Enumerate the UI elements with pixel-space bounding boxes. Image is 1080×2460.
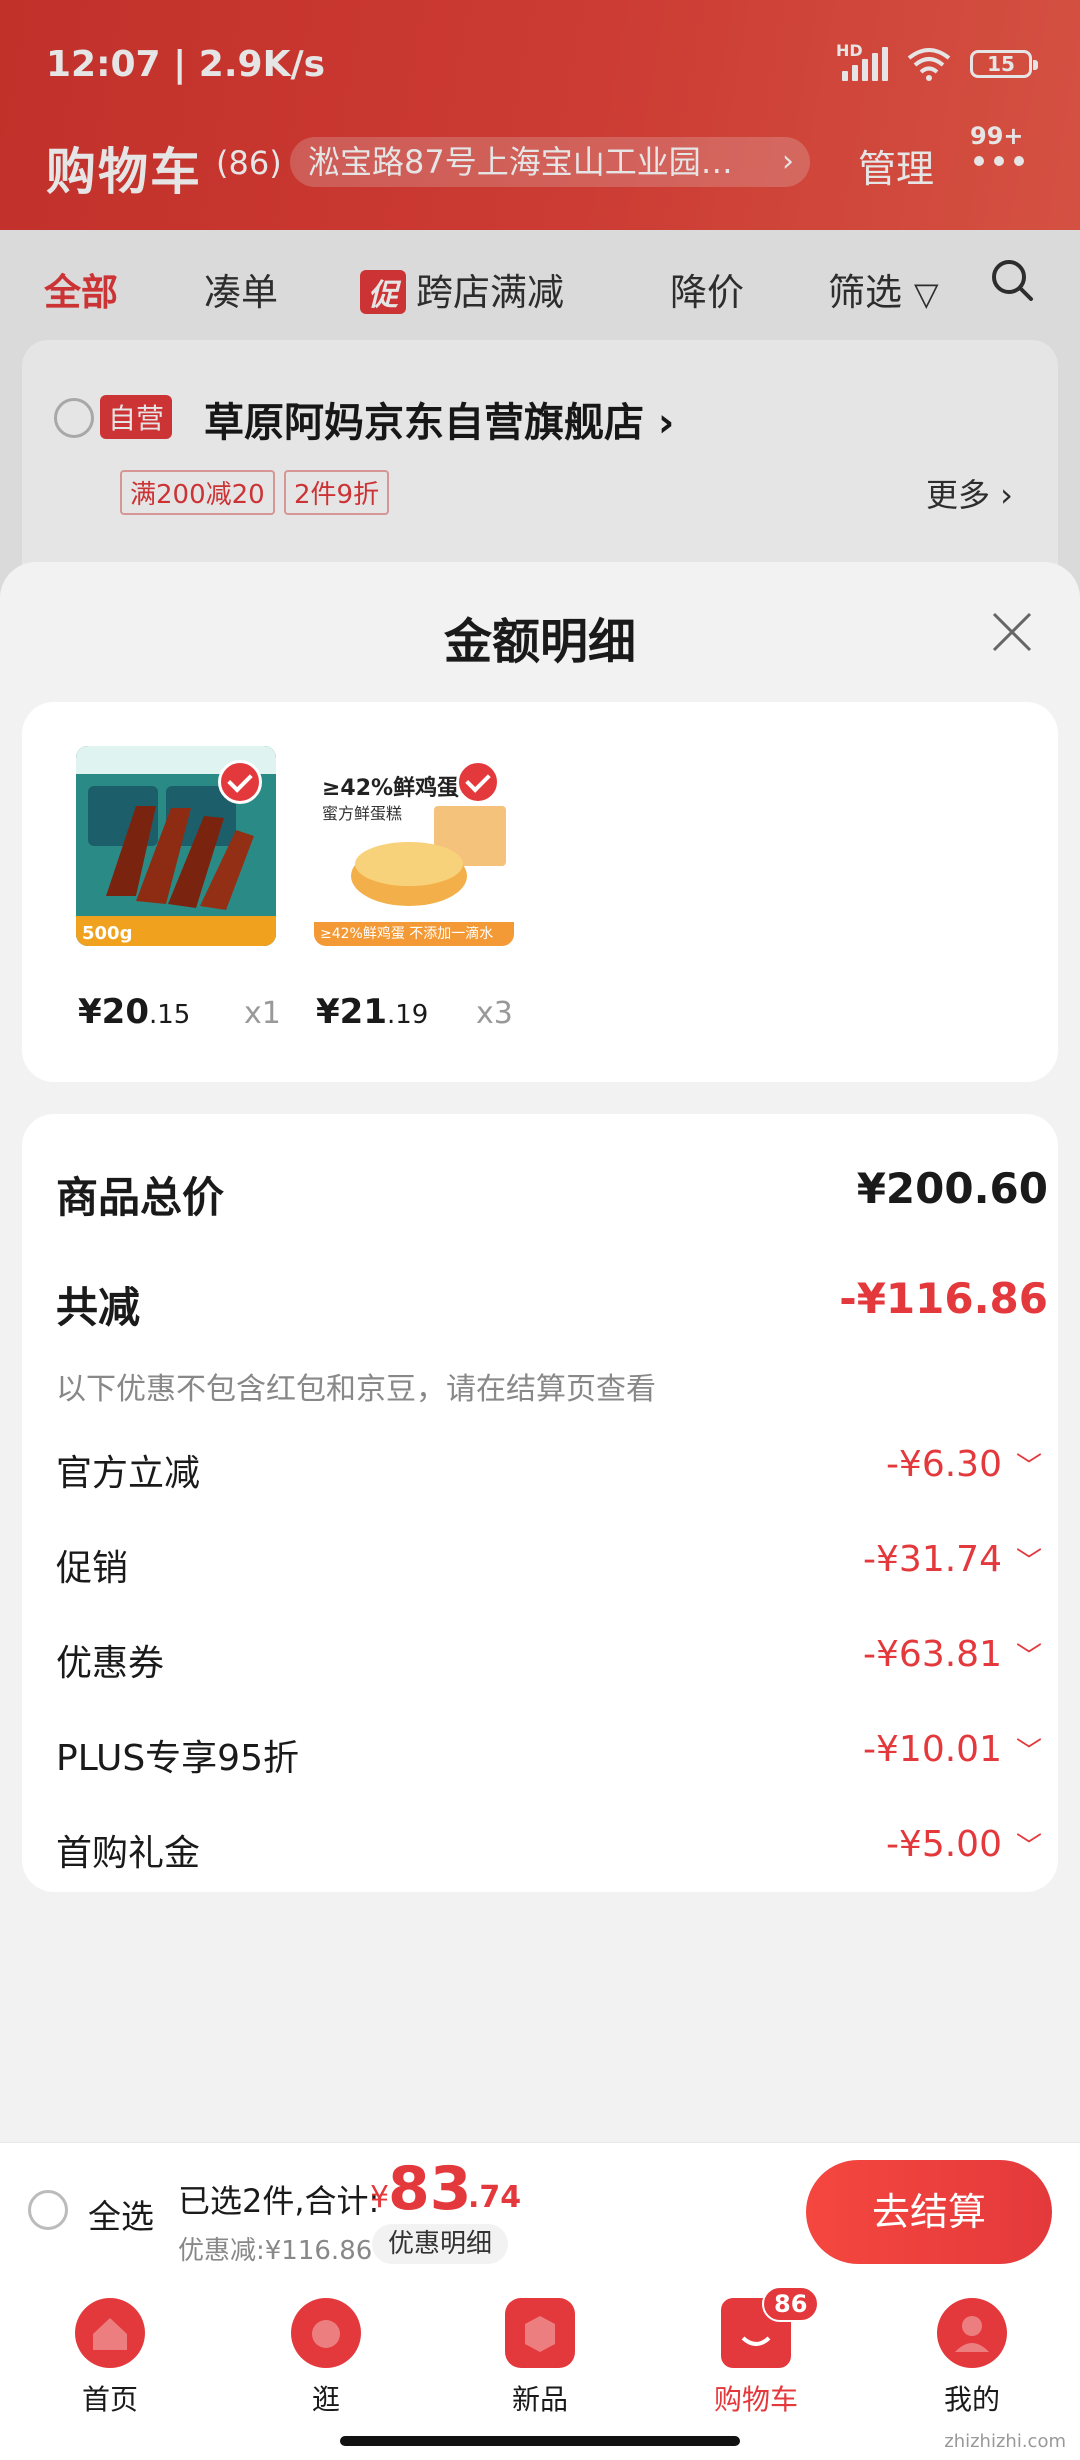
discount-total: 优惠减:¥116.86 <box>178 2236 373 2266</box>
discount-item-value[interactable]: -¥6.30 <box>886 1444 1002 1485</box>
cart-badge: 86 <box>762 2286 820 2322</box>
address-selector[interactable]: 淞宝路87号上海宝山工业园… › <box>290 137 810 187</box>
store-name-link[interactable]: 草原阿妈京东自营旗舰店 › <box>204 390 674 448</box>
sheet-title: 金额明细 <box>443 614 636 670</box>
reduce-label: 共减 <box>56 1283 141 1332</box>
new-products-icon <box>505 2298 575 2368</box>
reduce-value: -¥116.86 <box>839 1274 1048 1323</box>
product-quantity: x3 <box>476 996 513 1031</box>
tab-cross-store-label: 跨店满减 <box>416 271 564 314</box>
total-amount-decimal: .74 <box>468 2180 522 2215</box>
search-icon[interactable] <box>990 258 1034 302</box>
selected-count-label: 已选2件,合计: <box>178 2182 380 2220</box>
home-icon <box>75 2298 145 2368</box>
tab-home-label: 首页 <box>81 2383 138 2416</box>
status-icons: HD 15 <box>836 41 1038 82</box>
amount-detail-sheet: 金额明细 500g ≥42%鲜鸡蛋 蜜方鲜蛋糕 ≥42%鲜鸡蛋 不添加一滴水 ¥… <box>0 562 1080 2142</box>
tab-new[interactable]: 新品 <box>460 2298 620 2418</box>
battery-icon: 15 <box>970 50 1038 78</box>
product-price: ¥21.19 <box>316 992 429 1032</box>
select-all-label[interactable]: 全选 <box>88 2190 154 2238</box>
chevron-down-icon[interactable]: ﹀ <box>1016 1446 1042 1483</box>
promo-tag: 促 <box>360 270 406 314</box>
more-link[interactable]: 更多 › <box>926 470 1013 516</box>
tab-cart-label: 购物车 <box>713 2383 798 2416</box>
chevron-down-icon[interactable]: ﹀ <box>1016 1636 1042 1673</box>
product-badge-text: ≥42%鲜鸡蛋 <box>322 776 460 801</box>
product-weight: 500g <box>82 923 133 944</box>
tab-price-drop[interactable]: 降价 <box>670 262 744 316</box>
discount-item-value[interactable]: -¥63.81 <box>863 1634 1002 1675</box>
home-indicator[interactable] <box>340 2436 740 2446</box>
coupon-tag: 满200减20 <box>120 470 275 515</box>
chevron-right-icon: › <box>782 144 794 179</box>
tab-me[interactable]: 我的 <box>892 2298 1052 2418</box>
chevron-down-icon[interactable]: ﹀ <box>1016 1541 1042 1578</box>
page-title: 购物车 <box>46 143 202 201</box>
product-price: ¥20.15 <box>78 992 191 1032</box>
product-quantity: x1 <box>244 996 281 1031</box>
discount-item-value[interactable]: -¥5.00 <box>886 1824 1002 1865</box>
select-all-radio[interactable] <box>28 2190 68 2230</box>
funnel-icon: ▽ <box>914 275 939 313</box>
tab-all[interactable]: 全部 <box>44 262 118 316</box>
chevron-down-icon[interactable]: ﹀ <box>1016 1826 1042 1863</box>
coupon-tag: 2件9折 <box>284 470 390 515</box>
discount-item-label: PLUS专享95折 <box>56 1738 299 1779</box>
product-image[interactable]: 500g <box>76 746 276 946</box>
status-time: 12:07 | 2.9K/s <box>46 44 326 85</box>
more-icon[interactable] <box>974 146 1024 176</box>
address-text: 淞宝路87号上海宝山工业园… <box>308 143 733 181</box>
tab-new-label: 新品 <box>511 2383 568 2416</box>
checked-icon <box>218 760 262 804</box>
close-icon[interactable] <box>988 608 1036 656</box>
total-value: ¥200.60 <box>856 1164 1048 1213</box>
checked-icon <box>456 760 500 804</box>
total-currency: ¥ <box>370 2180 390 2215</box>
tab-me-label: 我的 <box>943 2383 1000 2416</box>
tab-combine[interactable]: 凑单 <box>204 262 278 316</box>
total-label: 商品总价 <box>56 1173 225 1222</box>
total-amount: 83 <box>388 2154 472 2224</box>
discount-item-value[interactable]: -¥10.01 <box>863 1729 1002 1770</box>
cart-count: (86) <box>216 144 282 182</box>
tab-browse[interactable]: 逛 <box>246 2298 406 2418</box>
tab-home[interactable]: 首页 <box>30 2298 190 2418</box>
checkout-button[interactable]: 去结算 <box>806 2160 1052 2264</box>
product-subtitle: 蜜方鲜蛋糕 <box>322 804 403 823</box>
header-bar: 12:07 | 2.9K/s HD 15 购物车 (86) 淞宝路87号上海宝山… <box>0 0 1080 230</box>
chevron-down-icon[interactable]: ﹀ <box>1016 1731 1042 1768</box>
discount-note: 以下优惠不包含红包和京豆，请在结算页查看 <box>56 1372 656 1407</box>
profile-icon <box>937 2298 1007 2368</box>
store-select-radio[interactable] <box>54 398 94 438</box>
tab-cross-store[interactable]: 促跨店满减 <box>360 262 564 316</box>
tab-filter[interactable]: 筛选 ▽ <box>828 262 939 316</box>
product-image[interactable]: ≥42%鲜鸡蛋 蜜方鲜蛋糕 ≥42%鲜鸡蛋 不添加一滴水 <box>314 746 514 946</box>
signal-icon: HD <box>836 41 888 81</box>
discount-item-label: 优惠券 <box>56 1643 165 1684</box>
tab-filter-label: 筛选 <box>828 271 902 314</box>
manage-button[interactable]: 管理 <box>858 138 934 193</box>
discount-item-label: 首购礼金 <box>56 1833 201 1874</box>
price-summary-card: 商品总价 ¥200.60 共减 -¥116.86 以下优惠不包含红包和京豆，请在… <box>22 1114 1058 1892</box>
self-operated-tag: 自营 <box>100 395 173 439</box>
product-strip: ≥42%鲜鸡蛋 不添加一滴水 <box>320 926 494 942</box>
discount-item-label: 促销 <box>56 1548 129 1589</box>
discount-item-label: 官方立减 <box>56 1453 201 1494</box>
wifi-icon <box>907 48 951 81</box>
network-type: HD <box>836 41 863 60</box>
tab-browse-label: 逛 <box>311 2383 340 2416</box>
browse-icon <box>291 2298 361 2368</box>
discount-item-value[interactable]: -¥31.74 <box>863 1539 1002 1580</box>
watermark: zhizhizhi.com <box>944 2431 1066 2452</box>
discount-detail-button[interactable]: 优惠明细 <box>372 2224 509 2264</box>
